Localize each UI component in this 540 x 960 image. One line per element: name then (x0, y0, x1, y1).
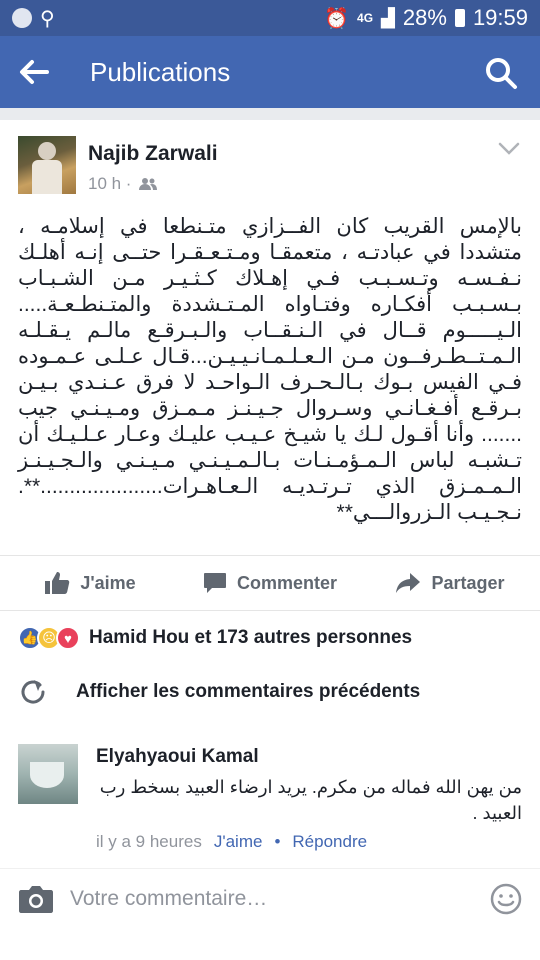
comment-reply-link[interactable]: Répondre (292, 832, 367, 852)
friends-icon (139, 178, 158, 190)
previous-comments-label: Afficher les commentaires précédents (76, 681, 421, 702)
comment-like-link[interactable]: J'aime (214, 832, 263, 852)
comment-time: il y a 9 heures (96, 832, 202, 851)
status-bar: ⚲ ⏰ 4G ▟ 28% 19:59 (0, 0, 540, 36)
back-button[interactable] (18, 56, 50, 88)
love-reaction-icon: ♥ (56, 626, 80, 650)
reactions-summary[interactable]: Hamid Hou et 173 autres personnes (89, 627, 412, 649)
alarm-icon: ⏰ (324, 7, 350, 30)
emoji-icon[interactable] (490, 883, 522, 915)
search-icon[interactable] (484, 56, 518, 90)
like-button[interactable]: J'aime (0, 571, 180, 595)
like-label: J'aime (80, 572, 136, 593)
status-left: ⚲ (12, 6, 55, 31)
network-label: 4G (357, 11, 374, 25)
usb-icon: ⚲ (40, 7, 55, 30)
signal-icon: ▟ (381, 7, 395, 28)
post-actions: J'aime Commenter Partager (0, 555, 540, 611)
author-avatar[interactable] (18, 136, 76, 194)
post-body: بالإمس القريب كان الفــزازي متـنطعا في إ… (18, 215, 522, 524)
comment-button[interactable]: Commenter (180, 572, 360, 594)
share-label: Partager (431, 572, 505, 593)
post-meta: 10 h · (88, 174, 158, 194)
refresh-icon (21, 680, 45, 704)
chevron-down-icon[interactable] (498, 142, 520, 156)
comment-meta: il y a 9 heures J'aime • Répondre (96, 832, 367, 852)
app-bar: Publications (0, 36, 540, 108)
post-header: Najib Zarwali 10 h · (0, 120, 540, 194)
comment-meta-separator: • (274, 832, 281, 851)
like-icon (45, 572, 70, 594)
commenter-name[interactable]: Elyahyaoui Kamal (96, 746, 259, 768)
previous-comments-link[interactable]: Afficher les commentaires précédents (18, 674, 540, 710)
battery-label: 28% (402, 5, 447, 30)
clock: 19:59 (472, 5, 528, 30)
camera-icon[interactable] (18, 884, 54, 914)
messenger-icon (12, 8, 32, 28)
share-icon (396, 573, 421, 593)
comment-icon (203, 573, 226, 593)
status-right: ⏰ 4G ▟ 28% 19:59 (324, 5, 528, 31)
battery-icon (454, 9, 465, 27)
page-title: Publications (90, 56, 231, 87)
back-arrow-icon (20, 60, 49, 84)
share-button[interactable]: Partager (360, 572, 540, 594)
comment-input[interactable] (70, 886, 490, 911)
comment-label: Commenter (236, 572, 338, 593)
reactions-row[interactable]: 👍 ☹ ♥ Hamid Hou et 173 autres personnes (18, 620, 540, 656)
post-card: Najib Zarwali 10 h · بالإمس القريب كان ا… (0, 120, 540, 960)
comment-composer (0, 868, 540, 928)
comment-text: من يهن الله فماله من مكرم. يريد ارضاء ال… (99, 777, 522, 823)
commenter-avatar[interactable] (18, 744, 78, 804)
post-time: 10 h · (88, 174, 132, 193)
author-name[interactable]: Najib Zarwali (88, 142, 218, 166)
